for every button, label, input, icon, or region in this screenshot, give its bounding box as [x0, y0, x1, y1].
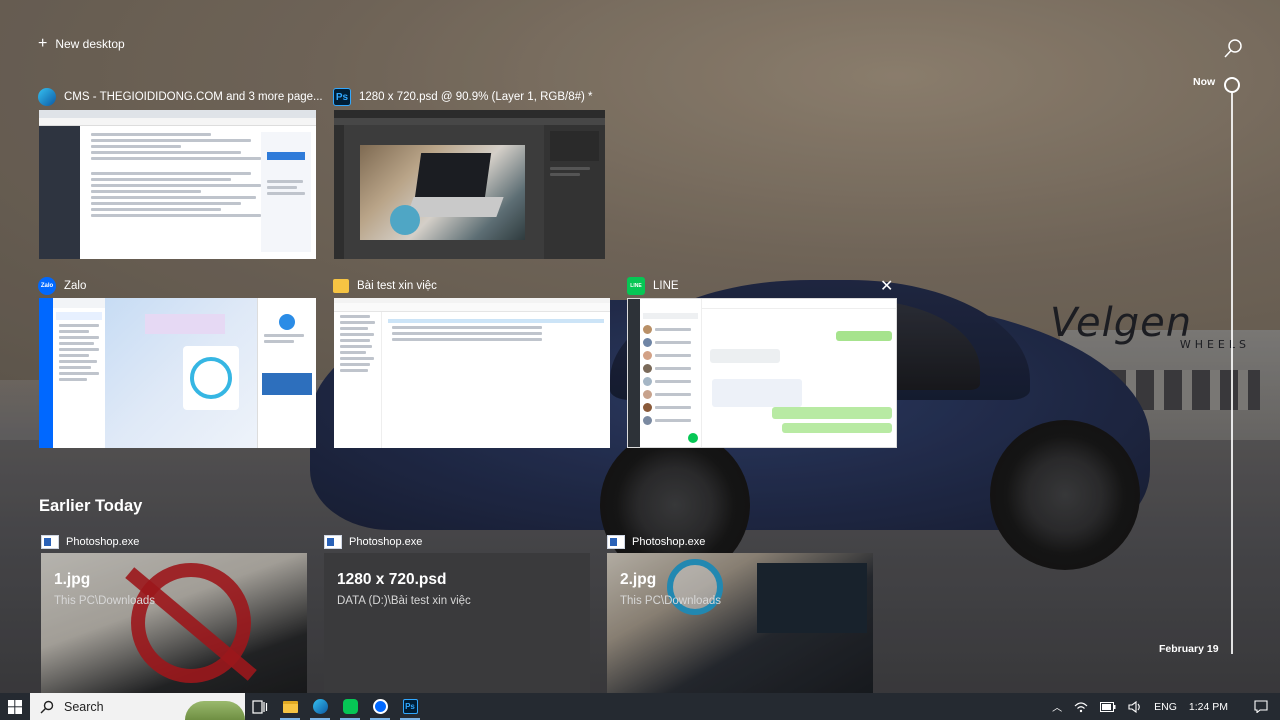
photoshop-icon: Ps	[402, 699, 418, 714]
file-explorer-icon	[282, 700, 298, 713]
search-icon	[1224, 39, 1242, 58]
line-icon: LINE	[627, 277, 645, 295]
timeline-scrubber-handle[interactable]	[1224, 77, 1240, 93]
network-button[interactable]	[1068, 693, 1094, 720]
start-button[interactable]	[0, 693, 30, 720]
window-title: LINE	[653, 280, 679, 292]
search-label: Search	[64, 699, 104, 714]
edge-icon	[38, 88, 56, 106]
volume-button[interactable]	[1122, 693, 1148, 720]
activity-card-3[interactable]: 2.jpg This PC\Downloads	[607, 553, 873, 693]
system-tray: ︿ ENG 1:24 PM	[1046, 693, 1280, 720]
application-window-icon	[41, 535, 59, 549]
timeline-search-button[interactable]	[1222, 38, 1244, 60]
activity-card-2[interactable]: 1280 x 720.psd DATA (D:)\Bài test xin vi…	[324, 553, 590, 693]
activity-app-name: Photoshop.exe	[632, 536, 706, 548]
show-hidden-icons-button[interactable]: ︿	[1046, 693, 1068, 720]
taskbar-line[interactable]	[335, 693, 365, 720]
window-title: Zalo	[64, 280, 87, 292]
activity-header-2: Photoshop.exe	[324, 533, 422, 551]
zalo-icon	[372, 699, 388, 714]
window-card-file-explorer[interactable]: Bài test xin việc	[333, 275, 437, 297]
activity-title: 1280 x 720.psd	[337, 571, 447, 588]
chevron-up-icon: ︿	[1052, 703, 1063, 714]
activity-header-3: Photoshop.exe	[607, 533, 705, 551]
task-view-button[interactable]	[245, 693, 275, 720]
input-language-button[interactable]: ENG	[1148, 693, 1183, 720]
window-thumbnail-line[interactable]	[627, 298, 897, 448]
timeline-scrollbar-track[interactable]	[1231, 92, 1233, 654]
window-title: CMS - THEGIOIDIDONG.COM and 3 more page.…	[64, 91, 323, 103]
new-desktop-label: New desktop	[55, 37, 125, 51]
task-view-icon	[252, 699, 268, 714]
application-window-icon	[324, 535, 342, 549]
plus-icon: +	[38, 35, 48, 52]
notification-icon	[1254, 700, 1268, 713]
edge-icon	[312, 699, 328, 714]
zalo-icon-text: Zalo	[40, 283, 54, 289]
timeline-now-label: Now	[1193, 76, 1216, 88]
photoshop-icon-text: Ps	[405, 702, 415, 711]
folder-icon	[333, 279, 349, 293]
activity-header-1: Photoshop.exe	[41, 533, 139, 551]
window-thumbnail-edge[interactable]	[39, 110, 316, 259]
window-thumbnail-file-explorer[interactable]	[334, 298, 610, 448]
activity-app-name: Photoshop.exe	[349, 536, 423, 548]
search-icon	[40, 700, 54, 713]
search-highlight-image	[185, 701, 245, 720]
battery-button[interactable]	[1094, 693, 1122, 720]
activity-path: This PC\Downloads	[54, 595, 155, 607]
wifi-icon	[1074, 701, 1088, 712]
activity-title: 1.jpg	[54, 571, 91, 588]
taskbar-search-box[interactable]: Search	[30, 693, 245, 720]
taskbar-photoshop[interactable]: Ps	[395, 693, 425, 720]
photoshop-icon: Ps	[333, 88, 351, 106]
photoshop-icon-text: Ps	[335, 91, 349, 103]
activity-path: DATA (D:)\Bài test xin việc	[337, 595, 471, 607]
taskbar-zalo[interactable]	[365, 693, 395, 720]
application-window-icon	[607, 535, 625, 549]
taskbar: Search Ps ︿ ENG 1:24 PM	[0, 693, 1280, 720]
speaker-icon	[1128, 700, 1140, 713]
action-center-button[interactable]	[1242, 693, 1280, 720]
line-icon-text: LINE	[630, 283, 642, 289]
window-thumbnail-photoshop[interactable]	[334, 110, 605, 259]
battery-icon	[1100, 701, 1116, 712]
timeline-section-title: Earlier Today	[39, 497, 143, 515]
close-icon: ✕	[880, 278, 894, 295]
window-thumbnail-zalo[interactable]	[39, 298, 316, 448]
activity-title: 2.jpg	[620, 571, 657, 588]
window-card-photoshop[interactable]: Ps 1280 x 720.psd @ 90.9% (Layer 1, RGB/…	[333, 86, 593, 108]
window-card-line[interactable]: LINE LINE	[627, 275, 679, 297]
activity-path: This PC\Downloads	[620, 595, 721, 607]
new-desktop-button[interactable]: + New desktop	[38, 35, 125, 52]
zalo-icon: Zalo	[38, 277, 56, 295]
activity-card-1[interactable]: 1.jpg This PC\Downloads	[41, 553, 307, 693]
taskbar-edge[interactable]	[305, 693, 335, 720]
timeline-date-label: February 19	[1159, 643, 1219, 655]
window-title: 1280 x 720.psd @ 90.9% (Layer 1, RGB/8#)…	[359, 91, 593, 103]
window-card-edge[interactable]: CMS - THEGIOIDIDONG.COM and 3 more page.…	[38, 86, 323, 108]
taskbar-file-explorer[interactable]	[275, 693, 305, 720]
window-title: Bài test xin việc	[357, 280, 437, 292]
line-icon	[342, 699, 358, 714]
window-card-zalo[interactable]: Zalo Zalo	[38, 275, 86, 297]
activity-app-name: Photoshop.exe	[66, 536, 140, 548]
windows-logo-icon	[8, 699, 22, 714]
close-window-button[interactable]: ✕	[880, 276, 893, 296]
clock-button[interactable]: 1:24 PM	[1183, 693, 1242, 720]
